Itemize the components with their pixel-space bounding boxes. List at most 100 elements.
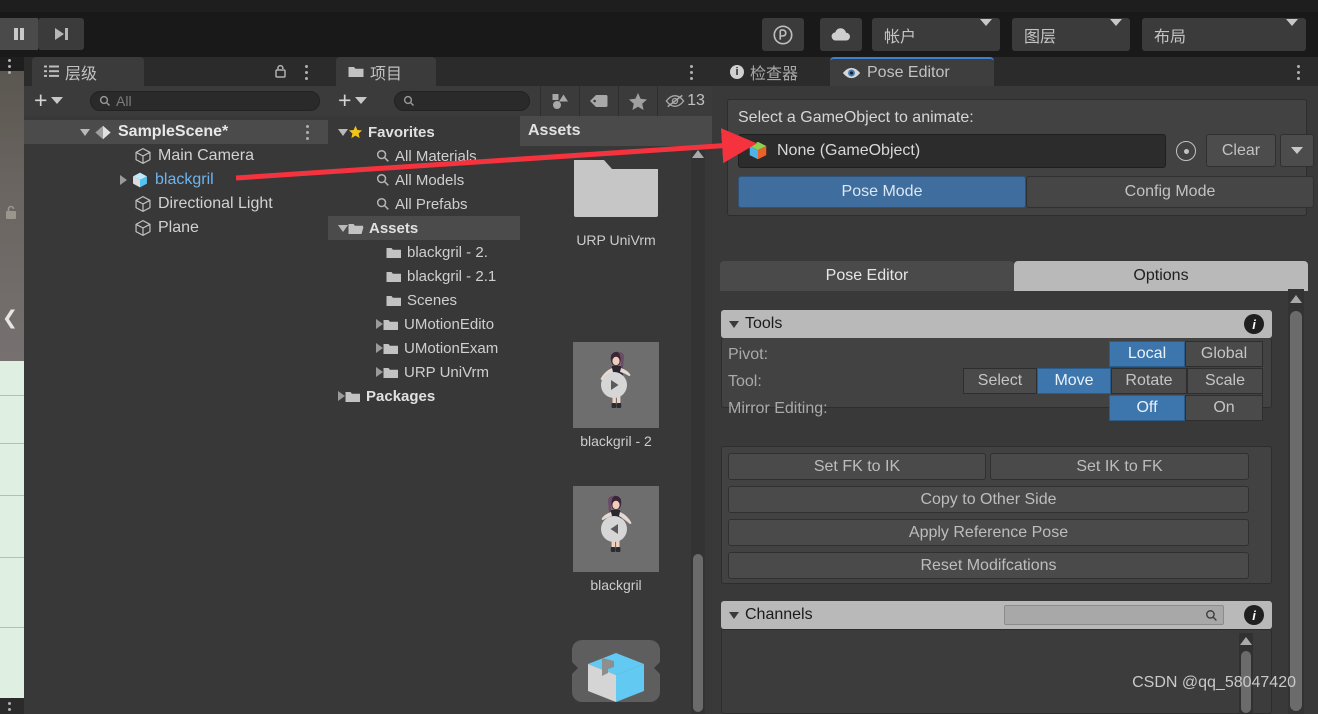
hierarchy-item-blackgril[interactable]: blackgril <box>24 168 328 192</box>
pose-editor-scroll-thumb[interactable] <box>1290 311 1302 711</box>
asset-grid-scrollbar[interactable] <box>691 146 705 714</box>
tab-hierarchy-label: 层级 <box>65 60 97 84</box>
action-button-set-ik-to-fk[interactable]: Set IK to FK <box>990 453 1249 480</box>
project-tree-item-blackgril-2[interactable]: blackgril - 2. <box>328 240 520 264</box>
action-button-reset-modifcations[interactable]: Reset Modifcations <box>728 552 1249 579</box>
subtab-pose-editor[interactable]: Pose Editor <box>720 261 1014 291</box>
filter-by-type-button[interactable] <box>540 86 578 116</box>
action-button-apply-reference-pose[interactable]: Apply Reference Pose <box>728 519 1249 546</box>
asset-item-armature[interactable]: Armature... <box>520 636 712 714</box>
prefab-icon <box>568 636 664 714</box>
filter-favorites-button[interactable] <box>618 86 656 116</box>
scene-options-icon[interactable] <box>8 59 12 77</box>
action-button-copy-to-other-side[interactable]: Copy to Other Side <box>728 486 1249 513</box>
tab-project[interactable]: 项目 <box>336 57 436 86</box>
info-icon[interactable]: i <box>1244 605 1264 625</box>
scene-bottom-options-icon[interactable] <box>8 702 12 714</box>
channels-section-header[interactable]: Channels i <box>721 601 1272 629</box>
project-tree-item-assets[interactable]: Assets <box>328 216 520 240</box>
hidden-packages-toggle[interactable]: 13 <box>657 86 712 116</box>
action-button-set-fk-to-ik[interactable]: Set FK to IK <box>728 453 986 480</box>
hierarchy-options-icon[interactable] <box>305 65 309 83</box>
hierarchy-item-samplescene[interactable]: SampleScene* <box>24 120 328 144</box>
project-tree-item-scenes[interactable]: Scenes <box>328 288 520 312</box>
project-tree-item-all-models[interactable]: All Models <box>328 168 520 192</box>
pivot-option-global[interactable]: Global <box>1185 341 1263 367</box>
project-tree-item-blackgril-2-1[interactable]: blackgril - 2.1 <box>328 264 520 288</box>
chevron-right-icon[interactable] <box>120 175 127 185</box>
asset-item-urp-univrm[interactable]: URP UniVrm <box>520 152 712 248</box>
pivot-option-local[interactable]: Local <box>1109 341 1185 367</box>
chevron-right-icon[interactable] <box>376 319 383 329</box>
hierarchy-search-input[interactable]: All <box>90 91 320 111</box>
project-tree-item-umotionedito[interactable]: UMotionEdito <box>328 312 520 336</box>
action-button-label: Set IK to FK <box>1076 458 1162 476</box>
info-icon[interactable]: i <box>1244 314 1264 334</box>
project-tree-item-umotionexam[interactable]: UMotionExam <box>328 336 520 360</box>
collab-button[interactable] <box>762 18 804 51</box>
tool-option-move[interactable]: Move <box>1037 368 1111 394</box>
hierarchy-item-directional-light[interactable]: Directional Light <box>24 192 328 216</box>
previous-preview-button[interactable] <box>601 516 627 542</box>
chevron-down-icon[interactable] <box>338 225 348 232</box>
pose-mode-button[interactable]: Pose Mode <box>738 176 1026 208</box>
tools-section-header[interactable]: Tools i <box>721 310 1272 338</box>
project-tree-item-favorites[interactable]: Favorites <box>328 120 520 144</box>
scene-row-options-icon[interactable] <box>306 125 310 143</box>
project-tree-item-all-materials[interactable]: All Materials <box>328 144 520 168</box>
channels-list[interactable] <box>721 629 1272 714</box>
filter-by-label-button[interactable] <box>579 86 617 116</box>
layers-dropdown[interactable]: 图层 <box>1012 18 1130 51</box>
tab-pose-editor[interactable]: Pose Editor <box>830 57 994 86</box>
mirror-option-off[interactable]: Off <box>1109 395 1185 421</box>
pause-button[interactable] <box>0 18 38 50</box>
clear-button[interactable]: Clear <box>1206 134 1276 167</box>
object-picker-icon[interactable] <box>1176 141 1196 161</box>
project-search-input[interactable] <box>394 91 530 111</box>
asset-item-blackgril-2[interactable]: blackgril - 2 <box>520 342 712 449</box>
clear-dropdown-button[interactable] <box>1280 134 1314 167</box>
config-mode-button[interactable]: Config Mode <box>1026 176 1314 208</box>
account-dropdown[interactable]: 帐户 <box>872 18 1000 51</box>
inspector-options-icon[interactable] <box>1297 65 1301 83</box>
mirror-option-on[interactable]: On <box>1185 395 1263 421</box>
tool-option-scale[interactable]: Scale <box>1187 368 1263 394</box>
tab-hierarchy[interactable]: 层级 <box>32 57 144 86</box>
tool-option-rotate[interactable]: Rotate <box>1111 368 1187 394</box>
asset-item-blackgril[interactable]: blackgril <box>520 486 712 593</box>
chevron-down-icon <box>1291 147 1303 154</box>
layout-dropdown[interactable]: 布局 <box>1142 18 1306 51</box>
gameobject-field[interactable]: None (GameObject) <box>738 134 1166 168</box>
tab-inspector[interactable]: i 检查器 <box>718 57 830 86</box>
hierarchy-add-button[interactable]: + <box>34 90 63 110</box>
scene-view-panel[interactable]: ❮ <box>0 57 24 714</box>
chevron-right-icon[interactable] <box>376 343 383 353</box>
scroll-up-arrow-icon[interactable] <box>1240 637 1252 645</box>
hierarchy-item-label: Plane <box>158 219 199 237</box>
hierarchy-item-label: blackgril <box>155 171 214 189</box>
step-button[interactable] <box>38 18 84 50</box>
scroll-up-arrow-icon[interactable] <box>692 150 704 158</box>
lock-icon[interactable] <box>274 64 289 79</box>
play-preview-button[interactable] <box>601 372 627 398</box>
pose-editor-scrollbar[interactable] <box>1288 289 1304 714</box>
channels-scrollbar[interactable] <box>1239 633 1253 713</box>
chevron-down-icon[interactable] <box>338 129 348 136</box>
project-tree-item-packages[interactable]: Packages <box>328 384 520 408</box>
project-tree-item-urp-univrm[interactable]: URP UniVrm <box>328 360 520 384</box>
project-add-button[interactable]: + <box>338 90 367 110</box>
hierarchy-item-plane[interactable]: Plane <box>24 216 328 240</box>
chevron-right-icon[interactable] <box>376 367 383 377</box>
chevron-right-icon[interactable] <box>338 391 345 401</box>
tool-option-select[interactable]: Select <box>963 368 1037 394</box>
scroll-up-arrow-icon[interactable] <box>1290 295 1302 303</box>
project-options-icon[interactable] <box>690 65 694 83</box>
chevron-down-icon[interactable] <box>80 129 90 136</box>
hierarchy-item-label: Main Camera <box>158 147 254 165</box>
asset-grid-scroll-thumb[interactable] <box>693 554 703 712</box>
hierarchy-item-main-camera[interactable]: Main Camera <box>24 144 328 168</box>
subtab-options[interactable]: Options <box>1014 261 1308 291</box>
project-tree-item-all-prefabs[interactable]: All Prefabs <box>328 192 520 216</box>
channels-search-input[interactable] <box>1004 605 1224 625</box>
cloud-button[interactable] <box>820 18 862 51</box>
